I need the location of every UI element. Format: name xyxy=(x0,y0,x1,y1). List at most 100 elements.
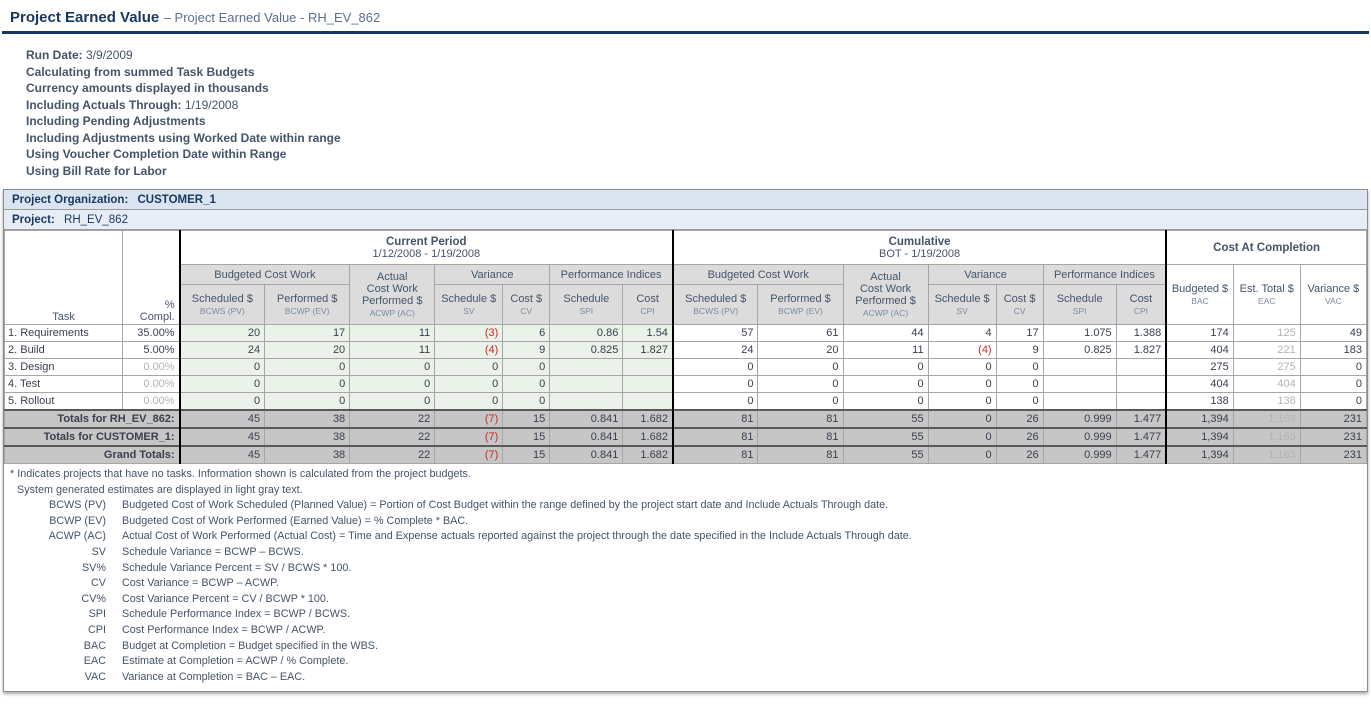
definition-text: Variance at Completion = BAC – EAC. xyxy=(122,670,306,683)
cell-cp-bcwp: 38 xyxy=(264,444,351,464)
cell-cum-cv: 26 xyxy=(995,408,1044,428)
task-row: 4. Test 0.00% 0 0 0 0 0 0 0 0 0 0 404 404 0 xyxy=(3,375,1368,393)
task-row: 1. Requirements 35.00% 20 17 11 (3) 6 0.86 1.54 5… xyxy=(3,324,1368,342)
definition-text: Cost Variance Percent = CV / BCWP * 100. xyxy=(122,592,329,605)
cell-cum-bcwp: 0 xyxy=(757,358,844,376)
definition-row: CV Cost Variance = BCWP – ACWP. xyxy=(10,576,1361,592)
group-header-cp-budgeted-cost-work: Budgeted Cost Work xyxy=(179,264,351,285)
run-setting-line: Run Date: 3/9/2009 xyxy=(26,47,1371,64)
cell-cum-spi: 0.825 xyxy=(1042,341,1117,359)
run-setting-label: Including Actuals Through: xyxy=(26,97,182,112)
col-header-cp-cv: Cost $ CV xyxy=(502,284,551,325)
cell-cum-acwp: 44 xyxy=(842,324,929,342)
cell-cum-bcwp: 0 xyxy=(757,392,844,410)
cell-cum-acwp: 0 xyxy=(842,358,929,376)
cell-cac-eac: 138 xyxy=(1232,392,1301,410)
cell-cp-acwp: 22 xyxy=(349,408,436,428)
table-body: 1. Requirements 35.00% 20 17 11 (3) 6 0.86 1.54 5… xyxy=(3,324,1368,464)
cell-cac-vac: 0 xyxy=(1299,358,1368,376)
definition-row: SPI Schedule Performance Index = BCWP / B… xyxy=(10,607,1361,623)
definition-term: SV xyxy=(91,545,106,558)
cell-cum-spi: 0.999 xyxy=(1042,444,1117,464)
cell-cum-cv: 0 xyxy=(995,375,1044,393)
run-setting-line: Using Bill Rate for Labor xyxy=(26,163,1371,180)
cell-cum-sv: 0 xyxy=(927,444,997,464)
cell-cp-sv: (7) xyxy=(434,408,504,428)
definition-text: Cost Variance = BCWP – ACWP. xyxy=(122,577,279,590)
cell-cp-acwp: 0 xyxy=(349,358,436,376)
totals-row: Totals for CUSTOMER_1: 45 38 22 (7) 15 0.841 1.… xyxy=(3,426,1368,446)
cell-cac-bac: 1,394 xyxy=(1165,426,1234,446)
col-header-bac: Budgeted $ BAC xyxy=(1165,264,1234,325)
definition-text: Cost Performance Index = BCWP / ACWP. xyxy=(122,623,326,636)
col-header-cum-bcwp: Performed $ BCWP (EV) xyxy=(757,284,844,325)
col-header-cum-cpi: Cost CPI xyxy=(1115,284,1167,325)
cell-cp-cpi: 1.682 xyxy=(622,408,674,428)
cell-cum-cpi: 1.477 xyxy=(1115,444,1167,464)
cell-cp-spi: 0.86 xyxy=(549,324,624,342)
cell-pct-complete: 0.00% xyxy=(122,375,181,393)
group-header-cp-performance-indices: Performance Indices xyxy=(549,264,674,285)
definition-text: Estimate at Completion = ACWP / % Comple… xyxy=(122,655,349,668)
run-setting-label: Using Voucher Completion Date within Ran… xyxy=(26,147,287,161)
cell-cum-acwp: 55 xyxy=(842,426,929,446)
cell-cp-bcws: 20 xyxy=(179,324,266,342)
cell-cum-sv: 0 xyxy=(927,375,997,393)
col-header-cum-spi: Schedule SPI xyxy=(1042,284,1117,325)
cell-cum-sv: (4) xyxy=(927,341,997,359)
cell-pct-complete: 0.00% xyxy=(122,358,181,376)
cell-cum-spi xyxy=(1042,375,1117,393)
run-setting-label: Using Bill Rate for Labor xyxy=(26,163,167,178)
definition-text: Schedule Performance Index = BCWP / BCWS… xyxy=(122,608,351,621)
cell-cp-acwp: 0 xyxy=(349,375,436,393)
cell-cum-bcws: 0 xyxy=(671,375,759,393)
cell-cac-bac: 275 xyxy=(1165,358,1234,376)
totals-label: Totals for CUSTOMER_1: xyxy=(3,426,181,446)
cell-cac-bac: 138 xyxy=(1165,392,1234,410)
group-header-cum-budgeted-cost-work: Budgeted Cost Work xyxy=(671,264,844,285)
cell-cp-cv: 0 xyxy=(502,358,551,376)
cell-cum-bcwp: 20 xyxy=(757,341,844,359)
cell-cum-cv: 9 xyxy=(995,341,1044,359)
cell-cp-acwp: 22 xyxy=(349,444,436,464)
cell-cac-bac: 174 xyxy=(1165,324,1234,342)
cell-cp-bcws: 0 xyxy=(179,375,266,393)
cell-cum-spi: 0.999 xyxy=(1042,426,1117,446)
footnote-line: * Indicates projects that have no tasks.… xyxy=(10,468,471,480)
cell-cp-cpi xyxy=(622,392,674,410)
cell-pct-complete: 35.00% xyxy=(122,324,181,342)
col-header-cp-spi: Schedule SPI xyxy=(549,284,624,325)
cell-cum-bcwp: 81 xyxy=(757,444,844,464)
cell-cp-acwp: 11 xyxy=(349,324,436,342)
cell-cac-bac: 404 xyxy=(1165,341,1234,359)
definition-row: SV% Schedule Variance Percent = SV / BCWS… xyxy=(10,561,1361,577)
cell-cum-sv: 4 xyxy=(927,324,997,342)
project-organization-value: CUSTOMER_1 xyxy=(137,194,216,206)
definition-row: BAC Budget at Completion = Budget specifi… xyxy=(10,639,1361,655)
definition-term: BCWS (PV) xyxy=(49,499,106,512)
definition-term: ACWP (AC) xyxy=(48,530,106,543)
cell-cp-bcwp: 0 xyxy=(264,392,351,410)
cell-cac-eac: 125 xyxy=(1232,324,1301,342)
cell-cum-acwp: 55 xyxy=(842,408,929,428)
col-header-cum-acwp: Actual Cost Work Performed $ ACWP (AC) xyxy=(842,264,929,325)
cell-cp-bcws: 45 xyxy=(179,408,266,428)
definition-text: Actual Cost of Work Performed (Actual Co… xyxy=(122,530,912,543)
cell-cp-bcws: 45 xyxy=(179,426,266,446)
totals-label: Grand Totals: xyxy=(3,444,181,464)
definition-term: BCWP (EV) xyxy=(49,514,106,527)
cell-cp-acwp: 22 xyxy=(349,426,436,446)
cell-cac-vac: 231 xyxy=(1299,426,1368,446)
run-setting-label: Currency amounts displayed in thousands xyxy=(26,81,269,95)
cell-cum-bcws: 81 xyxy=(671,444,759,464)
cell-cp-sv: (7) xyxy=(434,426,504,446)
cell-cum-bcwp: 81 xyxy=(757,426,844,446)
cell-cp-spi: 0.825 xyxy=(549,341,624,359)
cell-cum-bcws: 57 xyxy=(671,324,759,342)
cell-task: 3. Design xyxy=(3,358,124,376)
cell-cp-acwp: 0 xyxy=(349,392,436,410)
run-setting-label: Including Adjustments using Worked Date … xyxy=(26,130,341,145)
section-header-cumulative: Cumulative BOT - 1/19/2008 xyxy=(671,230,1167,265)
totals-row: Totals for RH_EV_862: 45 38 22 (7) 15 0.841 1.6… xyxy=(3,408,1368,428)
cell-cum-sv: 0 xyxy=(927,426,997,446)
